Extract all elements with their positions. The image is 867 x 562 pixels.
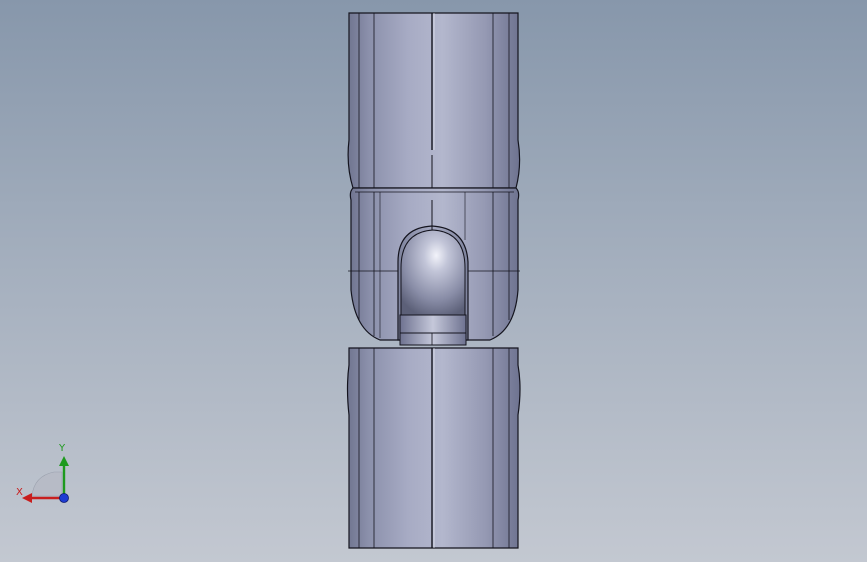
graphics-viewport[interactable]: X Y <box>0 0 867 562</box>
x-axis-arrowhead <box>22 493 32 503</box>
triad-plane <box>31 471 63 497</box>
triad-y-label: Y <box>59 443 66 454</box>
coordinate-triad-icon <box>22 456 69 503</box>
triad-x-label: X <box>16 487 23 498</box>
y-axis-arrowhead <box>59 456 69 466</box>
bottom-yoke-cylinder[interactable] <box>346 347 521 549</box>
joint-neck[interactable] <box>399 314 467 346</box>
universal-joint-model[interactable] <box>0 0 867 562</box>
z-axis-dot <box>59 493 69 503</box>
